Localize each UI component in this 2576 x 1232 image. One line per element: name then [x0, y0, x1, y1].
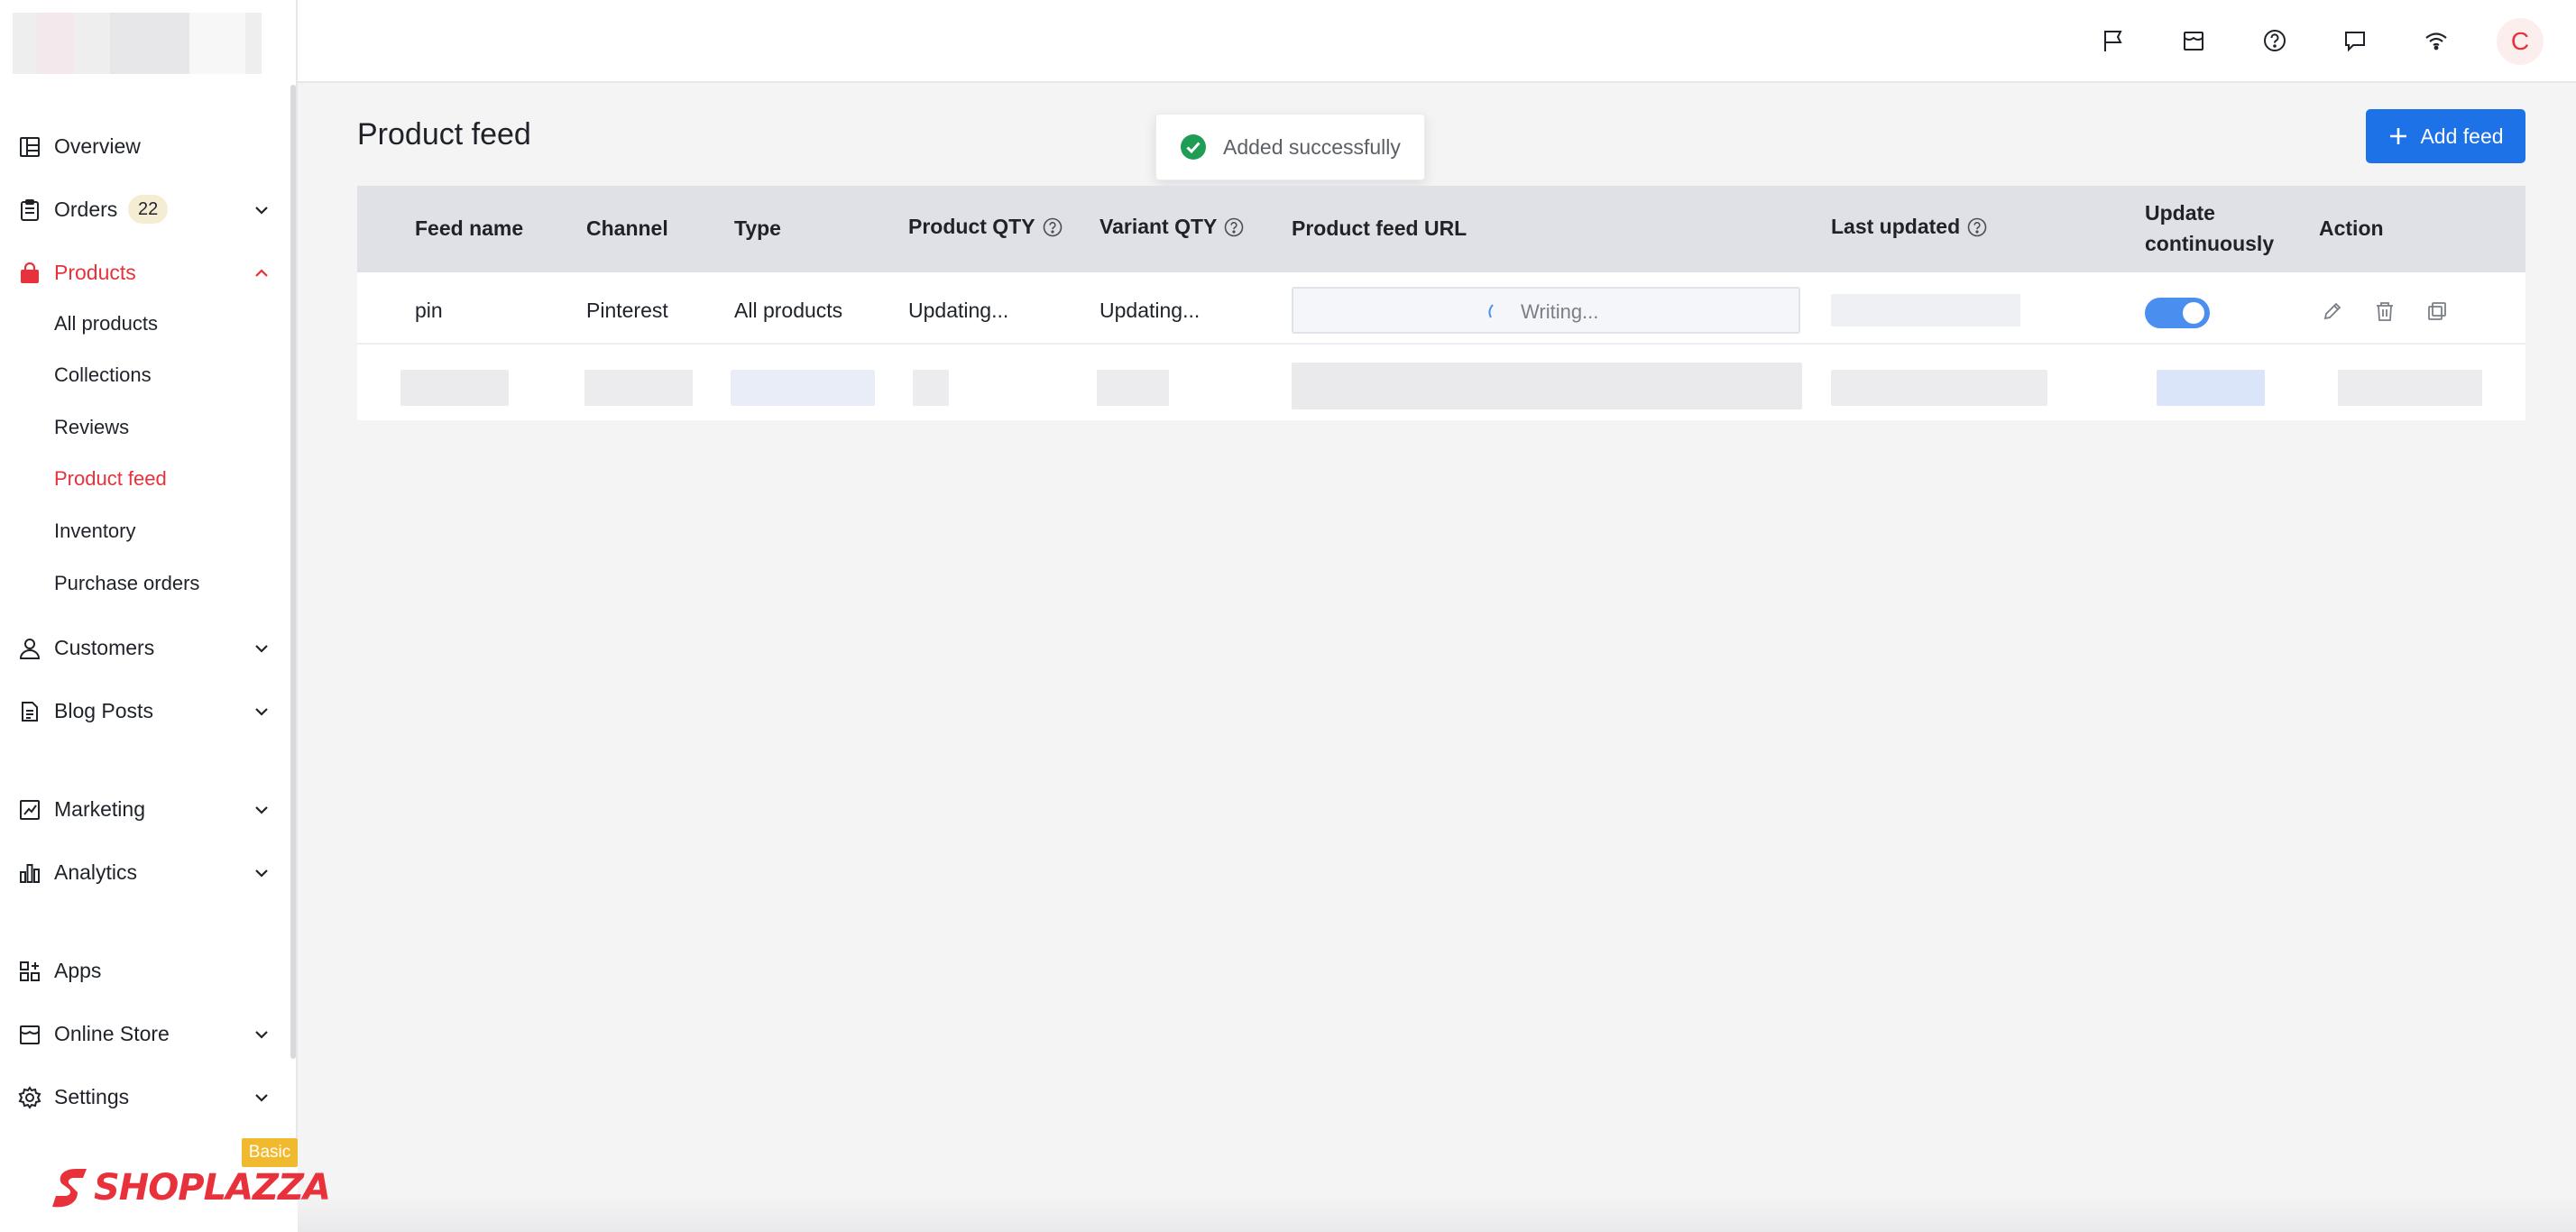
feed-url-field[interactable]: Writing...: [1292, 287, 1800, 334]
wifi-icon[interactable]: [2421, 25, 2452, 56]
loading-spinner-icon: [1488, 304, 1494, 318]
sidebar-subitem-product-feed[interactable]: Product feed: [54, 467, 167, 491]
sidebar-item-blog-posts[interactable]: Blog Posts: [0, 685, 290, 736]
chevron-down-icon[interactable]: [253, 702, 271, 720]
copy-icon[interactable]: [2424, 298, 2451, 325]
chevron-down-icon[interactable]: [253, 639, 271, 657]
check-circle-icon: [1181, 134, 1206, 160]
avatar[interactable]: C: [2497, 18, 2544, 65]
edit-icon[interactable]: [2319, 298, 2346, 325]
clipboard-icon: [18, 198, 41, 222]
sidebar-subitem-all-products[interactable]: All products: [54, 312, 158, 336]
column-header-url: Product feed URL: [1292, 216, 1467, 240]
help-circle-icon[interactable]: [1043, 217, 1063, 237]
sidebar-item-label: Settings: [54, 1085, 130, 1108]
sidebar-item-label: Products: [54, 261, 136, 284]
storefront-icon: [18, 1023, 41, 1046]
table-header: Feed name Channel Type Product QTY Varia…: [357, 186, 2525, 272]
sidebar-item-label: Online Store: [54, 1022, 170, 1045]
chat-icon[interactable]: [2340, 25, 2370, 56]
chevron-down-icon[interactable]: [253, 200, 271, 218]
sidebar-item-online-store[interactable]: Online Store: [0, 1008, 290, 1059]
store-logo[interactable]: [13, 13, 274, 74]
dashboard-icon: [18, 135, 41, 159]
top-bar: [298, 0, 2576, 83]
column-header-channel: Channel: [586, 216, 668, 240]
help-icon[interactable]: [2259, 25, 2290, 56]
shoplazza-logo-icon: [52, 1169, 87, 1208]
document-icon: [18, 700, 41, 723]
chevron-down-icon[interactable]: [253, 1025, 271, 1043]
shoplazza-logo: SHOPLAZZA: [51, 1167, 331, 1209]
success-toast: Added successfully: [1155, 114, 1425, 180]
sidebar-item-overview[interactable]: Overview: [0, 121, 290, 171]
sidebar-item-analytics[interactable]: Analytics: [0, 847, 290, 897]
cell-type: All products: [734, 299, 843, 322]
sidebar-item-label: Marketing: [54, 797, 145, 821]
orders-count-badge: 22: [128, 195, 169, 224]
delete-icon[interactable]: [2371, 298, 2398, 325]
sidebar-scrollbar[interactable]: [290, 85, 296, 1059]
update-continuously-toggle[interactable]: [2145, 298, 2210, 328]
column-header-type: Type: [734, 216, 781, 240]
sidebar-item-apps[interactable]: Apps: [0, 945, 290, 996]
chevron-up-icon[interactable]: [253, 263, 271, 281]
column-header-product-qty: Product QTY: [908, 215, 1063, 239]
sidebar-item-orders[interactable]: Orders 22: [0, 184, 290, 234]
cell-channel: Pinterest: [586, 299, 668, 322]
sidebar: Overview Orders 22 Products All products…: [0, 0, 331, 1232]
column-header-last-updated: Last updated: [1831, 215, 1987, 239]
column-header-action: Action: [2319, 216, 2384, 240]
sidebar-subitem-inventory[interactable]: Inventory: [54, 519, 136, 543]
cell-last-updated: [1831, 294, 2020, 326]
toast-message: Added successfully: [1223, 134, 1401, 159]
feed-url-status: Writing...: [1521, 300, 1599, 323]
shopping-bag-icon: [18, 262, 41, 285]
toggle-knob: [2183, 302, 2204, 324]
bar-chart-icon: [18, 861, 41, 885]
cell-product-qty: Updating...: [908, 299, 1009, 322]
page-bottom-shadow: [298, 1196, 2576, 1232]
add-feed-label: Add feed: [2420, 124, 2504, 148]
brand-name: SHOPLAZZA: [94, 1167, 331, 1209]
sidebar-item-label: Overview: [54, 134, 141, 158]
column-header-variant-qty: Variant QTY: [1099, 215, 1244, 239]
sidebar-subitem-purchase-orders[interactable]: Purchase orders: [54, 572, 199, 595]
gear-icon: [18, 1086, 41, 1109]
sidebar-item-label: Orders: [54, 198, 118, 221]
sidebar-item-label: Analytics: [54, 860, 138, 884]
plan-badge: Basic: [242, 1138, 298, 1167]
chevron-down-icon[interactable]: [253, 863, 271, 881]
sidebar-subitem-collections[interactable]: Collections: [54, 363, 152, 387]
flag-icon[interactable]: [2098, 25, 2129, 56]
page-title: Product feed: [357, 117, 531, 152]
apps-icon: [18, 960, 41, 983]
column-header-update-continuously: Update continuously: [2145, 201, 2275, 255]
help-circle-icon[interactable]: [1967, 217, 1987, 237]
sidebar-item-products[interactable]: Products: [0, 247, 290, 298]
product-feed-table: Feed name Channel Type Product QTY Varia…: [357, 186, 2525, 420]
user-icon: [18, 637, 41, 660]
column-header-feed-name: Feed name: [415, 216, 524, 240]
sidebar-item-label: Blog Posts: [54, 699, 153, 722]
help-circle-icon[interactable]: [1224, 217, 1244, 237]
add-feed-button[interactable]: Add feed: [2366, 109, 2525, 163]
sidebar-item-customers[interactable]: Customers: [0, 622, 290, 673]
sidebar-item-label: Apps: [54, 959, 102, 982]
chevron-down-icon[interactable]: [253, 1088, 271, 1106]
cell-feed-name: pin: [415, 299, 443, 322]
chevron-down-icon[interactable]: [253, 800, 271, 818]
cell-variant-qty: Updating...: [1099, 299, 1201, 322]
plus-icon: [2390, 128, 2407, 144]
sidebar-item-label: Customers: [54, 636, 155, 659]
marketing-icon: [18, 798, 41, 822]
sidebar-subitem-reviews[interactable]: Reviews: [54, 416, 129, 439]
sidebar-item-settings[interactable]: Settings: [0, 1071, 290, 1122]
sidebar-item-marketing[interactable]: Marketing: [0, 784, 290, 834]
store-icon[interactable]: [2178, 25, 2209, 56]
